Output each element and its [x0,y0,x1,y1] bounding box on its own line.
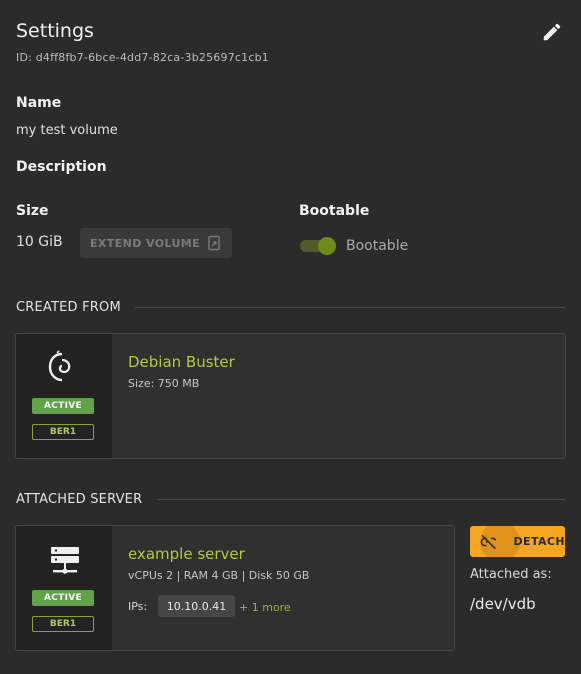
server-card-sidebar: ACTIVE BER1 [16,526,112,650]
region-badge: BER1 [32,424,94,440]
server-specs: vCPUs 2 | RAM 4 GB | Disk 50 GB [128,569,310,582]
device-path: /dev/vdb [470,595,536,613]
size-value: 10 GiB [16,234,63,250]
page-title: Settings [16,20,94,42]
image-card-sidebar: ACTIVE BER1 [16,334,112,458]
divider [158,499,565,500]
name-label: Name [16,95,62,111]
image-card[interactable]: ACTIVE BER1 Debian Buster Size: 750 MB [15,333,566,459]
detach-button[interactable]: DETACH [470,526,565,557]
volume-id: ID: d4ff8fb7-6bce-4dd7-82ca-3b25697c1cb1 [16,51,269,64]
attached-as-label: Attached as: [470,567,552,582]
resize-icon [208,235,220,251]
bootable-toggle[interactable] [300,236,338,256]
server-icon [51,547,79,574]
server-title: example server [128,545,245,563]
attached-server-header: ATTACHED SERVER [16,492,143,507]
extend-volume-label: EXTEND VOLUME [90,236,201,250]
server-card[interactable]: ACTIVE BER1 example server vCPUs 2 | RAM… [15,525,455,651]
image-size: Size: 750 MB [128,377,200,390]
description-label: Description [16,159,107,175]
debian-icon [48,350,71,382]
ips-label: IPs: [128,600,148,613]
detach-label: DETACH [513,535,565,548]
toggle-thumb [318,237,336,255]
ip-chip: 10.10.0.41 [158,595,235,617]
region-badge: BER1 [32,616,94,632]
status-badge: ACTIVE [32,398,94,414]
size-label: Size [16,203,49,219]
name-value: my test volume [16,123,118,138]
pencil-icon[interactable] [541,21,563,43]
bootable-label: Bootable [299,203,370,219]
divider [135,307,565,308]
extend-volume-button: EXTEND VOLUME [80,228,232,258]
status-badge: ACTIVE [32,590,94,606]
created-from-header: CREATED FROM [16,300,121,315]
image-title: Debian Buster [128,353,235,371]
bootable-toggle-label: Bootable [346,238,409,254]
unlink-icon [480,534,497,549]
more-ips-link[interactable]: + 1 more [239,601,291,614]
